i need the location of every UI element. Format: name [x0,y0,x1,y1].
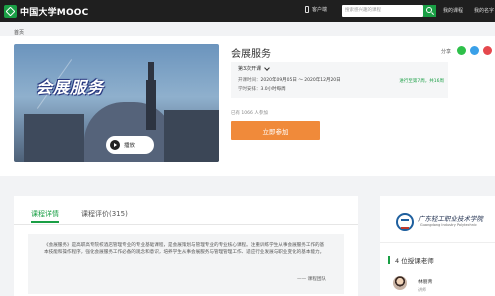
teachers-heading-text: 4 位授课老师 [395,257,434,265]
search-icon [426,7,432,13]
cover-building [146,62,156,130]
wechat-icon[interactable] [457,46,466,55]
school-name[interactable]: 广东轻工职业技术学院 [418,213,483,223]
weibo-icon[interactable] [483,46,492,55]
play-icon [110,140,120,150]
play-label: 播放 [124,143,136,149]
course-header: 会展服务 播放 会展服务 分享 第3次开课 开课时间：2020年09月05日 ～… [0,36,495,176]
teacher-name[interactable]: 林丽青 [418,278,432,285]
school-name-english: Guangdong Industry Polytechnic [420,223,477,227]
workload-value: 3.0小时每周 [260,87,286,92]
course-progress: 进行至第7周，共16周 [399,79,444,84]
course-details-card: 课程详情 课程评价(315) 《会展服务》是高职高专院校酒店管理专业的专业基础课… [14,196,358,296]
top-navigation-bar: 中国大学MOOC 客户端 搜索感兴趣的课程 我的课程 我的名字 [0,0,495,22]
course-time: 开课时间：2020年09月05日 ～ 2020年12月20日 [238,77,341,83]
course-time-label: 开课时间： [238,78,261,83]
share-label: 分享 [441,49,452,55]
tab-divider [14,224,358,225]
course-workload: 学时安排：3.0小时每周 [238,86,286,92]
course-intro-text: 《会展服务》是高职高专院校酒店管理专业的专业基础课程，是会展策划与管理专业的专业… [44,243,325,255]
workload-label: 学时安排： [238,87,261,92]
breadcrumb-home[interactable]: 首页 [14,29,24,36]
course-intro: 《会展服务》是高职高专院校酒店管理专业的专业基础课程，是会展策划与管理专业的专业… [28,234,344,294]
logo-text: 中国大学MOOC [20,7,89,18]
cover-building [164,110,219,162]
qq-icon[interactable] [470,46,479,55]
tab-course-reviews[interactable]: 课程评价(315) [81,209,128,219]
session-info-panel: 第3次开课 开课时间：2020年09月05日 ～ 2020年12月20日 学时安… [231,62,448,98]
search-input[interactable]: 搜索感兴趣的课程 [342,5,423,17]
phone-icon [305,6,309,13]
app-label: 客户端 [312,7,328,13]
school-card: 广东轻工职业技术学院 Guangdong Industry Polytechni… [380,196,495,296]
cover-building [24,114,84,162]
search-button[interactable] [423,5,436,17]
active-tab-indicator [31,221,59,223]
session-selector[interactable]: 第3次开课 [238,64,271,72]
site-logo[interactable]: 中国大学MOOC [4,4,88,18]
course-cover-video[interactable]: 会展服务 播放 [14,44,219,162]
join-course-button[interactable]: 立即参加 [231,121,320,140]
my-courses-link[interactable]: 我的课程 [443,7,463,14]
school-logo-icon[interactable] [396,213,414,231]
course-time-value: 2020年09月05日 ～ 2020年12月20日 [260,78,341,83]
teacher-avatar[interactable] [393,276,407,290]
app-download-link[interactable]: 客户端 [305,6,327,13]
user-menu[interactable]: 我的名字 [474,7,494,14]
play-button[interactable]: 播放 [106,136,154,154]
session-label: 第3次开课 [238,66,262,72]
heading-accent [388,256,390,264]
teachers-heading: 4 位授课老师 [388,255,434,265]
logo-icon [4,4,17,18]
course-title: 会展服务 [231,49,271,60]
divider [380,242,495,243]
tab-course-details[interactable]: 课程详情 [31,209,59,219]
teacher-role: 讲师 [418,287,426,292]
cover-title: 会展服务 [36,78,105,97]
enrolled-count: 已有 1066 人参加 [231,111,268,116]
course-intro-signature: —— 课程团队 [296,277,326,282]
chevron-down-icon [264,64,271,71]
